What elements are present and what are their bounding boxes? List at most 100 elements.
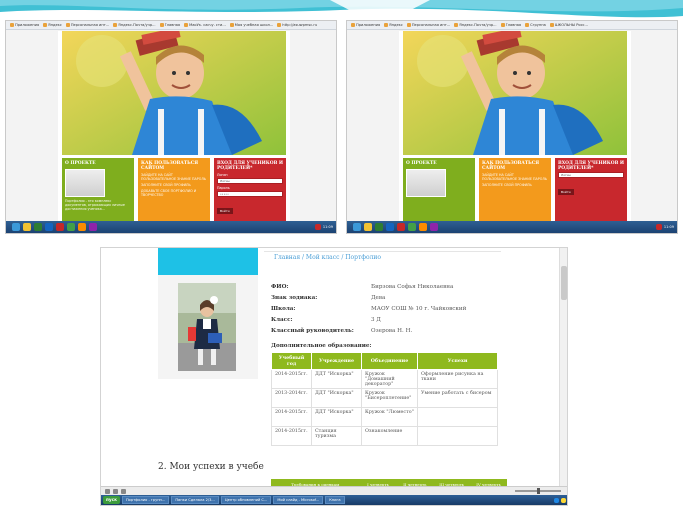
info-row: Классный руководитель: Озерова Н. Н. (271, 326, 507, 337)
login-input[interactable]: Логин (558, 172, 624, 178)
bookmark[interactable]: Главная (500, 23, 521, 27)
info-key: Класс: (271, 317, 293, 323)
hero-image-boy-with-books (403, 31, 627, 155)
bookmark[interactable]: Приложения (351, 23, 380, 27)
bookmark[interactable]: Персональная инт... (406, 23, 450, 27)
info-value: Озерова Н. Н. (371, 328, 413, 334)
taskbar-item[interactable]: Книга (325, 496, 345, 504)
slide-sorter-icon[interactable] (113, 488, 118, 494)
site-page: О ПРОЕКТЕ КАК ПОЛЬЗОВАТЬСЯ САЙТОМ ЗАЙДИТ… (399, 31, 631, 233)
windows-taskbar: 11:09 (6, 221, 336, 233)
bookmark[interactable]: Приложения (10, 23, 39, 27)
table-row: 2014-2015гг. Станция туризма Ознакомлени… (271, 426, 498, 446)
table-row: 2014-2015гг. ДДТ "Искорка" Кружок "Домаш… (271, 369, 498, 389)
start-button[interactable]: пуск (103, 496, 120, 504)
table-cell: Кружок "Бисероплетение" (361, 388, 418, 408)
app-icon[interactable] (78, 223, 86, 231)
excel-icon[interactable] (375, 223, 383, 231)
slideshow-icon[interactable] (121, 488, 126, 494)
bookmark[interactable]: Персональная инт... (65, 23, 109, 27)
word-icon[interactable] (45, 223, 53, 231)
chrome-icon[interactable] (67, 223, 75, 231)
powerpoint-icon[interactable] (397, 223, 405, 231)
zoom-slider[interactable] (515, 488, 561, 494)
password-label: Пароль (217, 186, 230, 190)
table-cell (417, 426, 498, 446)
login-button[interactable]: Войти (558, 189, 574, 195)
bookmark[interactable]: Яндекс.Почта/учр... (454, 23, 497, 27)
excel-icon[interactable] (34, 223, 42, 231)
howto-link[interactable]: ЗАПОЛНИТЕ СВОЙ ПРОФИЛЬ (482, 183, 548, 187)
flag-icon[interactable] (655, 224, 662, 230)
bookmark[interactable]: Яндекс (43, 23, 62, 27)
bookmark[interactable]: МаоУк. сасчу. сти... (184, 23, 226, 27)
login-input[interactable]: Логин (217, 178, 283, 184)
table-cell: Кружок "Домашний декоратор" (361, 369, 418, 389)
girl-photo (406, 169, 446, 197)
scrollbar-thumb[interactable] (561, 266, 567, 300)
bookmark[interactable]: Яндекс (384, 23, 403, 27)
howto-link[interactable]: ДОБАВЬТЕ СВОЕ ПОРТФОЛИО И ТВОРЧЕСТВО (141, 189, 207, 197)
table-cell: Оформление рисунка на ткани (417, 369, 498, 389)
howto-title: КАК ПОЛЬЗОВАТЬСЯ САЙТОМ (482, 161, 540, 171)
normal-view-icon[interactable] (105, 488, 110, 494)
login-button[interactable]: Войти (217, 208, 233, 214)
table-cell: ДДТ "Искорка" (311, 407, 362, 427)
app-icon[interactable] (419, 223, 427, 231)
additional-education-label: Дополнительное образование: (271, 343, 372, 349)
table-row: 2013-2014гг. ДДТ "Искорка" Кружок "Бисер… (271, 388, 498, 408)
screenshot-site-home-left: Приложения Яндекс Персональная инт... Ян… (5, 20, 337, 234)
bookmark[interactable]: Сгруппа (525, 23, 546, 27)
chrome-icon[interactable] (408, 223, 416, 231)
bookmarks-bar: Приложения Яндекс Персональная инт... Ян… (6, 21, 336, 30)
info-value: Бирзова Софья Николаевна (371, 284, 454, 290)
table-cell: 2014-2015гг. (271, 407, 312, 427)
vertical-scrollbar[interactable] (559, 248, 567, 486)
password-input[interactable]: ••••• (217, 191, 283, 197)
clock[interactable]: 11:09 (323, 225, 333, 229)
table-header-row: Учебный год Учреждение Объединение Успех… (271, 352, 498, 370)
taskbar-item[interactable]: Портфолио - групп... (121, 496, 170, 504)
network-icon[interactable] (554, 497, 559, 503)
table-cell: ДДТ "Искорка" (311, 369, 362, 389)
bookmarks-bar: Приложения Яндекс Персональная инт... Ян… (347, 21, 677, 30)
hero-image-boy-with-books (62, 31, 286, 155)
info-key: Школа: (271, 306, 296, 312)
student-photo-frame (158, 275, 258, 379)
info-key: Классный руководитель: (271, 328, 354, 334)
info-row: Школа: МАОУ СОШ № 10 г. Чайковский (271, 304, 507, 315)
taskbar-item[interactable]: Мой слайд - Microsof... (273, 496, 324, 504)
folder-icon[interactable] (23, 223, 31, 231)
bookmark[interactable]: Моя учебная школ... (229, 23, 273, 27)
clock[interactable]: 11:09 (664, 225, 674, 229)
taskbar-item[interactable]: Центр обновлений С... (220, 496, 272, 504)
ie-icon[interactable] (353, 223, 361, 231)
table-cell: Станция туризма (311, 426, 362, 446)
screenshot-portfolio-page: Главная / Мой класс / Портфолио ФИО: Бирз… (100, 247, 568, 506)
howto-link[interactable]: ЗАЙДИТЕ НА САЙТ ПОЛЬЗОВАТЕЛЬНОЕ ЗНАНИЕ П… (141, 173, 207, 181)
howto-link[interactable]: ЗАПОЛНИТЕ СВОЙ ПРОФИЛЬ (141, 183, 207, 187)
app-icon[interactable] (89, 223, 97, 231)
howto-link[interactable]: ЗАЙДИТЕ НА САЙТ ПОЛЬЗОВАТЕЛЬНОЕ ЗНАНИЕ П… (482, 173, 548, 181)
folder-icon[interactable] (364, 223, 372, 231)
table-cell (417, 407, 498, 427)
taskbar-item[interactable]: Папки Сделала 2/3... (171, 496, 219, 504)
flag-icon[interactable] (314, 224, 321, 230)
ie-icon[interactable] (12, 223, 20, 231)
word-icon[interactable] (386, 223, 394, 231)
student-photo (178, 283, 236, 371)
bookmark[interactable]: ШКОЛЬНЫ Росс... (549, 23, 588, 27)
table-cell: 2014-2015гг. (271, 426, 312, 446)
info-row: Класс: 3 Д (271, 315, 507, 326)
table-row: 2014-2015гг. ДДТ "Искорка" Кружок "Люмес… (271, 407, 498, 427)
bookmark[interactable]: Яндекс.Почта/учр... (113, 23, 156, 27)
app-icon[interactable] (430, 223, 438, 231)
info-value: 3 Д (371, 317, 381, 323)
powerpoint-icon[interactable] (56, 223, 64, 231)
bookmark[interactable]: Главная (159, 23, 180, 27)
breadcrumb[interactable]: Главная / Мой класс / Портфолио (264, 251, 501, 273)
login-title: ВХОД ДЛЯ УЧЕНИКОВ И РОДИТЕЛЕЙ* (217, 161, 283, 171)
table-cell: Умение работать с бисером (417, 388, 498, 408)
volume-icon[interactable] (561, 497, 566, 503)
bookmark[interactable]: http://asuwpmsc.ru (277, 23, 317, 27)
